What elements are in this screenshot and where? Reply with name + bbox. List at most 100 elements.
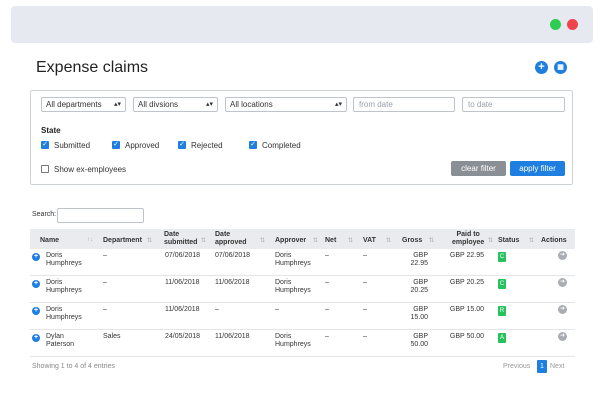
status-badge: A bbox=[498, 333, 506, 343]
col-approver[interactable]: Approver bbox=[275, 237, 306, 245]
table-row: + Doris Humphreys – 11/06/2018 11/06/2018… bbox=[30, 276, 575, 303]
entries-info: Showing 1 to 4 of 4 entries bbox=[32, 363, 115, 370]
cell-vat: – bbox=[363, 306, 367, 313]
col-actions: Actions bbox=[541, 237, 567, 244]
window-title-bar bbox=[11, 6, 593, 43]
filter-panel: All departments ▴▾ All divsions ▴▾ All loc… bbox=[30, 90, 573, 185]
chevron-down-icon: ▴▾ bbox=[113, 101, 121, 108]
cell-approver: Doris Humphreys bbox=[275, 333, 311, 348]
clear-filter-button[interactable]: clear filter bbox=[451, 161, 506, 176]
cell-approver: Doris Humphreys bbox=[275, 252, 311, 267]
cell-paid: GBP 20.25 bbox=[449, 279, 484, 286]
cell-date-submitted: 07/06/2018 bbox=[165, 252, 201, 259]
next-page-button[interactable]: Next bbox=[550, 360, 564, 373]
apply-filter-button[interactable]: apply filter bbox=[510, 161, 565, 176]
page-number-button[interactable]: 1 bbox=[537, 360, 547, 373]
cell-net: – bbox=[325, 252, 329, 259]
sort-icon[interactable]: ⇅ bbox=[429, 237, 434, 244]
cell-date-submitted: 11/06/2018 bbox=[165, 306, 200, 313]
add-claim-icon[interactable]: + bbox=[535, 61, 548, 74]
location-select[interactable]: All locations ▴▾ bbox=[225, 97, 347, 112]
ex-employees-checkbox[interactable] bbox=[41, 165, 49, 173]
sort-icon[interactable]: ⇅ bbox=[201, 237, 206, 244]
sort-icon[interactable]: ↑↓ bbox=[87, 237, 93, 243]
cell-gross: GBP 50.00 bbox=[410, 333, 428, 348]
cell-vat: – bbox=[363, 252, 367, 259]
submitted-checkbox[interactable]: ✓ bbox=[41, 141, 49, 149]
cell-name: Doris Humphreys bbox=[46, 252, 82, 267]
cell-paid: GBP 22.95 bbox=[449, 252, 484, 259]
cell-date-submitted: 11/06/2018 bbox=[165, 279, 200, 286]
expand-row-icon[interactable]: + bbox=[32, 307, 40, 315]
search-input[interactable] bbox=[57, 208, 144, 223]
cell-name: Doris Humphreys bbox=[46, 306, 82, 321]
cell-department: – bbox=[103, 279, 107, 286]
arrow-right-icon[interactable]: ➜ bbox=[558, 251, 567, 260]
cell-date-approved: – bbox=[215, 306, 219, 313]
col-name[interactable]: Name bbox=[40, 237, 59, 245]
cell-paid: GBP 50.00 bbox=[449, 333, 484, 340]
cell-gross: GBP 22.95 bbox=[410, 252, 428, 267]
page-title: Expense claims bbox=[36, 59, 149, 76]
cell-net: – bbox=[325, 333, 329, 340]
cell-department: – bbox=[103, 252, 107, 259]
col-paid[interactable]: Paid to employee bbox=[452, 231, 484, 247]
search-label: Search: bbox=[32, 211, 57, 218]
col-date-submitted[interactable]: Date submitted bbox=[164, 231, 197, 247]
sort-icon[interactable]: ⇅ bbox=[348, 237, 353, 244]
cell-department: Sales bbox=[103, 333, 121, 340]
sort-icon[interactable]: ⇅ bbox=[147, 237, 152, 244]
cell-name: Dylan Paterson bbox=[46, 333, 75, 348]
chevron-down-icon: ▴▾ bbox=[334, 101, 342, 108]
cell-date-approved: 11/06/2018 bbox=[215, 279, 250, 286]
cell-vat: – bbox=[363, 333, 367, 340]
expand-row-icon[interactable]: + bbox=[32, 253, 40, 261]
col-date-approved[interactable]: Date approved bbox=[215, 231, 247, 247]
completed-checkbox[interactable]: ✓ bbox=[249, 141, 257, 149]
table-row: + Doris Humphreys – 07/06/2018 07/06/2018… bbox=[30, 249, 575, 276]
table-row: + Dylan Paterson Sales 24/05/2018 11/06/2… bbox=[30, 330, 575, 357]
from-date-input[interactable]: from date bbox=[353, 97, 455, 112]
cell-net: – bbox=[325, 279, 329, 286]
sort-icon[interactable]: ⇅ bbox=[386, 237, 391, 244]
chevron-down-icon: ▴▾ bbox=[205, 101, 213, 108]
cell-net: – bbox=[325, 306, 329, 313]
col-status[interactable]: Status bbox=[498, 237, 519, 245]
arrow-right-icon[interactable]: ➜ bbox=[558, 332, 567, 341]
department-select[interactable]: All departments ▴▾ bbox=[41, 97, 126, 112]
ex-employees-label: Show ex-employees bbox=[54, 165, 127, 174]
to-date-input[interactable]: to date bbox=[462, 97, 565, 112]
cell-gross: GBP 20.25 bbox=[410, 279, 428, 294]
previous-page-button[interactable]: Previous bbox=[503, 360, 530, 373]
cell-approver: Doris Humphreys bbox=[275, 279, 311, 294]
state-label: State bbox=[41, 126, 61, 135]
col-net[interactable]: Net bbox=[325, 237, 336, 245]
sort-icon[interactable]: ⇅ bbox=[313, 237, 318, 244]
expand-row-icon[interactable]: + bbox=[32, 334, 40, 342]
sort-icon[interactable]: ⇅ bbox=[260, 237, 265, 244]
sort-icon[interactable]: ⇅ bbox=[488, 237, 493, 244]
status-badge: C bbox=[498, 279, 506, 289]
submitted-label: Submitted bbox=[54, 141, 91, 150]
cell-approver: – bbox=[275, 306, 279, 313]
close-button[interactable] bbox=[567, 19, 578, 30]
cell-date-approved: 07/06/2018 bbox=[215, 252, 251, 259]
maximize-button[interactable] bbox=[550, 19, 561, 30]
col-department[interactable]: Department bbox=[103, 237, 142, 245]
table-header: Name ↑↓ Department ⇅ Date submitted ⇅ Dat… bbox=[30, 229, 575, 249]
arrow-right-icon[interactable]: ➜ bbox=[558, 305, 567, 314]
completed-label: Completed bbox=[262, 141, 301, 150]
arrow-right-icon[interactable]: ➜ bbox=[558, 278, 567, 287]
approved-label: Approved bbox=[125, 141, 160, 150]
calendar-icon[interactable]: ▦ bbox=[554, 61, 567, 74]
division-select[interactable]: All divsions ▴▾ bbox=[133, 97, 218, 112]
rejected-label: Rejected bbox=[191, 141, 223, 150]
sort-icon[interactable]: ⇅ bbox=[529, 237, 534, 244]
col-gross[interactable]: Gross bbox=[402, 237, 422, 245]
approved-checkbox[interactable]: ✓ bbox=[112, 141, 120, 149]
col-vat[interactable]: VAT bbox=[363, 237, 376, 245]
expand-row-icon[interactable]: + bbox=[32, 280, 40, 288]
table-row: + Doris Humphreys – 11/06/2018 – – – – GB… bbox=[30, 303, 575, 330]
rejected-checkbox[interactable]: ✓ bbox=[178, 141, 186, 149]
cell-vat: – bbox=[363, 279, 367, 286]
